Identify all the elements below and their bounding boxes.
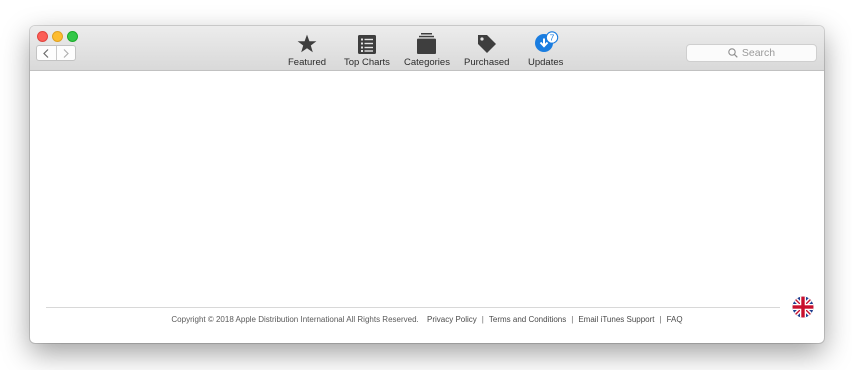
tab-top-charts-label: Top Charts [344,57,390,68]
search-field[interactable]: Search [686,44,817,62]
footer: Copyright © 2018 Apple Distribution Inte… [30,315,824,324]
tag-icon [477,35,496,53]
tab-updates-label: Updates [528,57,564,68]
terms-and-conditions-link[interactable]: Terms and Conditions [489,315,566,324]
categories-icon [417,33,437,54]
footer-separator: | [659,315,662,324]
toolbar: Featured Top Charts Categories Purchased… [30,26,824,71]
close-button[interactable] [37,31,48,42]
app-store-window: Featured Top Charts Categories Purchased… [30,26,824,343]
star-icon [297,34,317,53]
tab-purchased-label: Purchased [464,57,510,68]
footer-divider [46,307,780,308]
updates-badge-count: 7 [549,33,554,43]
tab-top-charts[interactable]: Top Charts [344,31,390,68]
tab-featured-label: Featured [288,57,327,68]
faq-link[interactable]: FAQ [667,315,683,324]
list-icon [357,35,376,54]
search-placeholder: Search [741,47,776,59]
tab-purchased[interactable]: Purchased [464,31,509,68]
minimize-button[interactable] [52,31,63,42]
tab-categories-label: Categories [404,57,450,68]
navigation-buttons [36,45,76,61]
zoom-button[interactable] [67,31,78,42]
chevron-left-icon [43,48,49,58]
forward-button[interactable] [55,46,76,60]
updates-icon: 7 [534,31,558,52]
copyright-text: Copyright © 2018 Apple Distribution Inte… [171,315,419,324]
tab-updates[interactable]: 7 Updates [528,31,563,68]
desktop-background: Featured Top Charts Categories Purchased… [0,0,852,370]
tab-featured[interactable]: Featured [288,31,326,68]
footer-separator: | [571,315,574,324]
privacy-policy-link[interactable]: Privacy Policy [427,315,477,324]
search-icon [728,48,738,58]
email-itunes-support-link[interactable]: Email iTunes Support [578,315,654,324]
back-button[interactable] [37,46,56,60]
chevron-right-icon [63,48,69,58]
footer-separator: | [481,315,484,324]
tab-categories[interactable]: Categories [404,31,450,68]
